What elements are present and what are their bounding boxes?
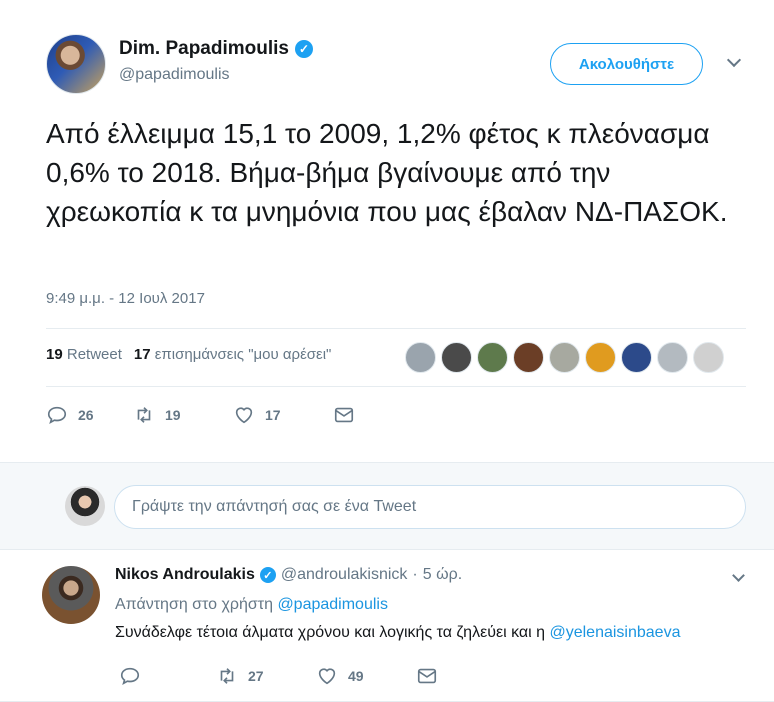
retweet-stat[interactable]: 19 Retweet <box>46 346 122 363</box>
author-name[interactable]: Dim. Papadimoulis <box>119 38 289 60</box>
liker-avatar[interactable] <box>621 342 652 373</box>
reply-icon <box>120 667 140 686</box>
like-action[interactable]: 17 <box>233 404 333 426</box>
like-stat-count: 17 <box>133 346 151 363</box>
reply-time[interactable]: 5 ώρ. <box>423 566 462 584</box>
liker-avatar[interactable] <box>657 342 688 373</box>
reply-text-body: Συνάδελφε τέτοια άλματα χρόνου και λογικ… <box>115 624 546 641</box>
liker-avatar[interactable] <box>693 342 724 373</box>
reply-icon <box>47 406 67 425</box>
liker-avatar[interactable] <box>441 342 472 373</box>
reply-to-handle[interactable]: @papadimoulis <box>277 596 388 613</box>
liker-avatar[interactable] <box>405 342 436 373</box>
message-icon <box>334 407 354 423</box>
heart-icon <box>235 407 253 424</box>
main-tweet: Dim. Papadimoulis ✓ @papadimoulis Ακολου… <box>0 0 774 462</box>
retweet-icon <box>137 407 151 423</box>
like-count: 49 <box>348 668 364 684</box>
retweet-count: 19 <box>165 407 181 423</box>
liker-avatar[interactable] <box>513 342 544 373</box>
liker-avatar[interactable] <box>585 342 616 373</box>
tweet-text: Από έλλειμμα 15,1 το 2009, 1,2% φέτος κ … <box>46 118 728 227</box>
author-handle[interactable]: @papadimoulis <box>119 66 230 84</box>
retweet-stat-count: 19 <box>46 346 63 363</box>
reply-input[interactable]: Γράψτε την απάντησή σας σε ένα Tweet <box>114 485 746 529</box>
reply-to-prefix: Απάντηση στο χρήστη <box>115 596 273 613</box>
like-count: 17 <box>265 407 281 423</box>
reply-author-name[interactable]: Nikos Androulakis <box>115 566 255 584</box>
liker-avatar[interactable] <box>477 342 508 373</box>
author-name-row: Dim. Papadimoulis ✓ <box>119 38 313 60</box>
liker-avatar[interactable] <box>549 342 580 373</box>
separator: · <box>412 566 418 583</box>
like-stat-label: επισημάνσεις "μου αρέσει" <box>154 346 332 363</box>
divider <box>46 386 746 387</box>
message-action[interactable] <box>333 404 355 426</box>
verified-icon: ✓ <box>294 40 313 58</box>
liker-avatars <box>405 342 724 373</box>
retweet-icon <box>220 668 234 684</box>
reply-mention[interactable]: @yelenaisinbaeva <box>549 624 680 641</box>
reply-author-handle[interactable]: @androulakisnick <box>281 566 408 584</box>
reply-author-avatar[interactable] <box>42 566 100 624</box>
retweet-action[interactable]: 19 <box>133 404 233 426</box>
reply-to: Απάντηση στο χρήστη @papadimoulis <box>115 596 388 614</box>
message-icon <box>417 668 437 684</box>
retweet-count: 27 <box>248 668 264 684</box>
chevron-down-icon[interactable] <box>732 569 745 582</box>
like-action[interactable]: 49 <box>316 665 416 687</box>
message-action[interactable] <box>416 665 438 687</box>
reply-action[interactable]: 26 <box>46 404 133 426</box>
reply-header: Nikos Androulakis ✓ @androulakisnick · 5… <box>115 566 462 584</box>
tweet-timestamp[interactable]: 9:49 μ.μ. - 12 Ιουλ 2017 <box>46 290 205 307</box>
heart-icon <box>318 668 336 685</box>
verified-icon: ✓ <box>259 567 276 583</box>
reply-count: 26 <box>78 407 94 423</box>
reply-composer: Γράψτε την απάντησή σας σε ένα Tweet <box>0 462 774 550</box>
follow-button[interactable]: Ακολουθήστε <box>550 43 703 85</box>
reply-text: Συνάδελφε τέτοια άλματα χρόνου και λογικ… <box>115 624 680 642</box>
chevron-down-icon[interactable] <box>726 52 742 68</box>
reply-actions: 27 49 <box>119 665 438 687</box>
retweet-action[interactable]: 27 <box>216 665 316 687</box>
author-avatar[interactable] <box>46 34 106 94</box>
user-avatar <box>65 486 105 526</box>
tweet-stats: 19 Retweet 17 επισημάνσεις "μου αρέσει" <box>46 346 331 363</box>
divider <box>46 328 746 329</box>
reply-tweet: Nikos Androulakis ✓ @androulakisnick · 5… <box>0 551 774 702</box>
reply-action[interactable] <box>119 665 216 687</box>
tweet-actions: 26 19 17 <box>46 404 355 426</box>
retweet-stat-label: Retweet <box>66 346 122 363</box>
like-stat[interactable]: 17 επισημάνσεις "μου αρέσει" <box>134 346 332 363</box>
